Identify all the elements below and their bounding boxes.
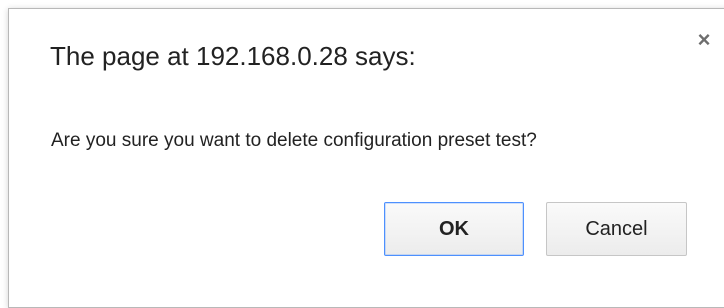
alert-dialog: The page at 192.168.0.28 says: × Are you… [8,8,724,308]
dialog-title: The page at 192.168.0.28 says: [50,41,416,71]
ok-button[interactable]: OK [384,202,524,256]
close-icon[interactable]: × [693,29,715,51]
cancel-button[interactable]: Cancel [546,202,687,256]
dialog-message: Are you sure you want to delete configur… [51,130,537,151]
